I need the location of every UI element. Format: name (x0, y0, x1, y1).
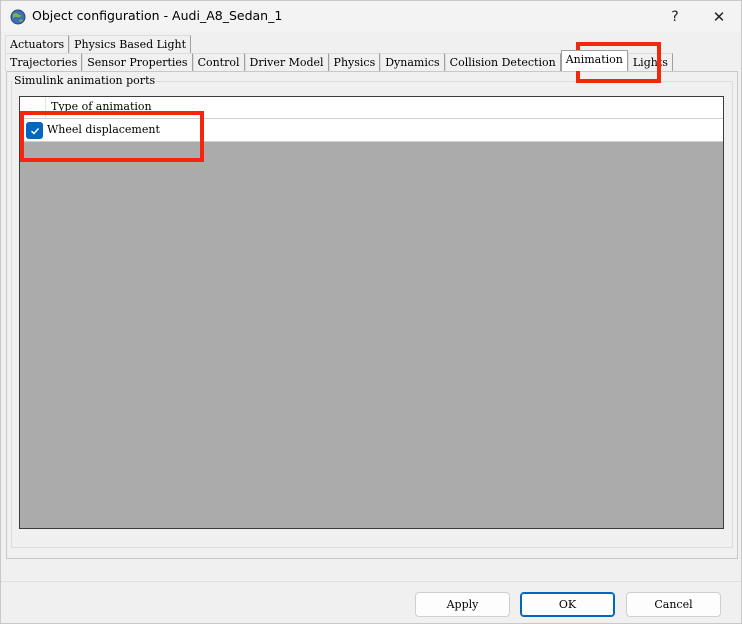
globe-icon (10, 9, 26, 25)
tab-physics[interactable]: Physics (328, 53, 381, 71)
list-item[interactable]: Wheel displacement (20, 119, 723, 142)
tab-control[interactable]: Control (192, 53, 245, 71)
checkmark-icon (30, 127, 39, 134)
tab-dynamics[interactable]: Dynamics (380, 53, 445, 71)
help-icon: ? (671, 8, 679, 25)
list-header: Type of animation (20, 97, 723, 119)
tab-actuators[interactable]: Actuators (5, 35, 70, 53)
tab-animation[interactable]: Animation (560, 50, 628, 71)
cancel-button[interactable]: Cancel (626, 592, 721, 617)
tab-physics-based-light[interactable]: Physics Based Light (69, 35, 191, 53)
title-bar[interactable]: Object configuration - Audi_A8_Sedan_1 ?… (1, 1, 741, 32)
tab-lights[interactable]: Lights (627, 53, 673, 71)
wheel-displacement-checkbox[interactable] (26, 122, 43, 139)
window-title: Object configuration - Audi_A8_Sedan_1 (32, 8, 283, 23)
ok-button[interactable]: OK (520, 592, 615, 617)
tab-collision-detection[interactable]: Collision Detection (444, 53, 561, 71)
help-button[interactable]: ? (652, 1, 698, 32)
animation-list[interactable]: Type of animation Wheel displacement (19, 96, 724, 529)
list-item-label: Wheel displacement (47, 123, 160, 136)
tab-driver-model[interactable]: Driver Model (244, 53, 329, 71)
list-header-label: Type of animation (51, 100, 152, 113)
tab-trajectories[interactable]: Trajectories (5, 53, 83, 71)
footer-separator (1, 581, 741, 582)
close-button[interactable]: ✕ (696, 1, 742, 32)
object-configuration-dialog: Object configuration - Audi_A8_Sedan_1 ?… (0, 0, 742, 624)
tab-row-2: Trajectories Sensor Properties Control D… (5, 50, 673, 71)
apply-button[interactable]: Apply (415, 592, 510, 617)
tab-row-1: Actuators Physics Based Light (5, 35, 191, 53)
tab-sensor-properties[interactable]: Sensor Properties (82, 53, 193, 71)
list-header-check-column (20, 97, 46, 118)
close-icon: ✕ (712, 7, 726, 26)
group-box-label: Simulink animation ports (13, 74, 157, 87)
